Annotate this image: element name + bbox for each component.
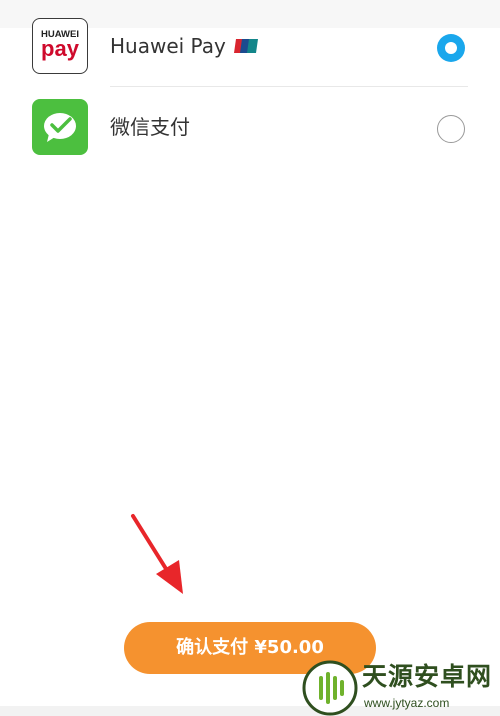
watermark: 天源安卓网 www.jytyaz.com — [298, 660, 500, 716]
watermark-url: www.jytyaz.com — [364, 696, 450, 710]
android-logo-icon — [302, 660, 358, 716]
red-arrow-icon — [131, 514, 183, 594]
watermark-title: 天源安卓网 — [362, 662, 493, 691]
